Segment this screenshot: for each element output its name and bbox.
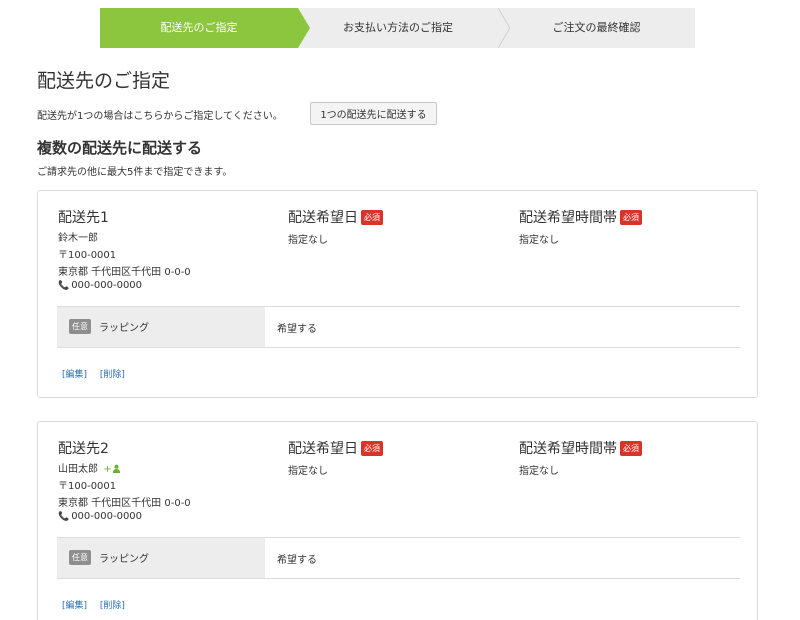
phone-line: 📞 000-000-0000 (58, 511, 142, 522)
phone-icon: 📞 (58, 512, 70, 522)
person-add-icon[interactable]: + (103, 464, 120, 475)
multi-destination-note: ご請求先の他に最大5件まで指定できます。 (37, 167, 233, 178)
step-label: 配送先のご指定 (160, 21, 238, 34)
delivery-date-label: 配送希望日 (288, 210, 358, 226)
step-label: お支払い方法のご指定 (343, 21, 453, 34)
delivery-time-value: 指定なし (519, 235, 559, 246)
delete-link[interactable]: [削除] (100, 601, 125, 611)
recipient-name: 鈴木一郎 (58, 233, 98, 244)
destination-title: 配送先2 (58, 441, 109, 457)
address: 東京都 千代田区千代田 0-0-0 (58, 267, 191, 278)
wrapping-label: ラッピング (99, 323, 149, 334)
delivery-date-value: 指定なし (288, 235, 328, 246)
address: 東京都 千代田区千代田 0-0-0 (58, 498, 191, 509)
delivery-date-title: 配送希望日 必須 (288, 438, 383, 458)
delivery-time-title: 配送希望時間帯 必須 (519, 207, 642, 227)
wrapping-value: 希望する (277, 324, 317, 335)
wrapping-label: ラッピング (99, 554, 149, 565)
wrapping-label-cell: 任意 ラッピング (57, 307, 265, 347)
phone-line: 📞 000-000-0000 (58, 280, 142, 291)
delivery-time-title: 配送希望時間帯 必須 (519, 438, 642, 458)
required-badge: 必須 (620, 210, 642, 225)
postal-code: 〒100-0001 (58, 481, 117, 492)
optional-badge: 任意 (69, 550, 91, 565)
optional-badge: 任意 (69, 319, 91, 334)
step-payment: お支払い方法のご指定 (298, 8, 498, 48)
phone-icon: 📞 (58, 281, 70, 291)
wrapping-value: 希望する (277, 555, 317, 566)
wrapping-row: 任意 ラッピング 希望する (57, 306, 740, 348)
step-delivery: 配送先のご指定 (100, 8, 310, 48)
page-title: 配送先のご指定 (37, 70, 171, 92)
destination-title: 配送先1 (58, 210, 109, 226)
step-label: ご注文の最終確認 (552, 21, 641, 34)
destination-card: 配送先2 配送希望日 必須 配送希望時間帯 必須 山田太郎 + 〒100-0001 … (37, 421, 758, 620)
delivery-time-label: 配送希望時間帯 (519, 441, 617, 457)
delivery-time-value: 指定なし (519, 466, 559, 477)
multi-destination-title: 複数の配送先に配送する (37, 139, 203, 157)
checkout-stepper: 配送先のご指定 お支払い方法のご指定 ご注文の最終確認 (100, 8, 695, 48)
destination-card: 配送先1 配送希望日 必須 配送希望時間帯 必須 鈴木一郎 〒100-0001 東京… (37, 190, 758, 398)
single-destination-button[interactable]: 1つの配送先に配送する (310, 102, 437, 125)
edit-link[interactable]: [編集] (62, 601, 87, 611)
wrapping-label-cell: 任意 ラッピング (57, 538, 265, 578)
delivery-date-label: 配送希望日 (288, 441, 358, 457)
wrapping-row: 任意 ラッピング 希望する (57, 537, 740, 579)
recipient-name: 山田太郎 (58, 464, 98, 475)
phone-number: 000-000-0000 (71, 511, 143, 522)
edit-link[interactable]: [編集] (62, 370, 87, 380)
delivery-date-title: 配送希望日 必須 (288, 207, 383, 227)
phone-number: 000-000-0000 (71, 280, 143, 291)
recipient-name-line: 山田太郎 + (58, 460, 121, 475)
delivery-date-value: 指定なし (288, 466, 328, 477)
postal-code: 〒100-0001 (58, 250, 117, 261)
required-badge: 必須 (620, 441, 642, 456)
card-actions: [編集] [削除] (62, 598, 135, 611)
step-confirm: ご注文の最終確認 (498, 8, 695, 48)
required-badge: 必須 (361, 210, 383, 225)
card-actions: [編集] [削除] (62, 367, 135, 380)
single-destination-note: 配送先が1つの場合はこちらからご指定してください。 (37, 111, 283, 122)
required-badge: 必須 (361, 441, 383, 456)
delete-link[interactable]: [削除] (100, 370, 125, 380)
delivery-time-label: 配送希望時間帯 (519, 210, 617, 226)
